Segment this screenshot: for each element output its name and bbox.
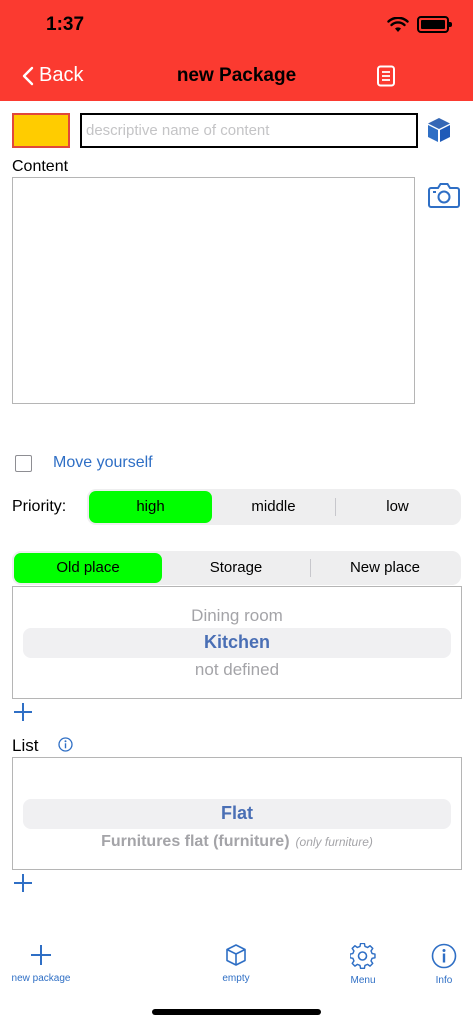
gear-icon [350, 943, 376, 969]
tab-label: empty [222, 973, 250, 984]
place-segmented-control: Old place Storage New place [12, 551, 461, 585]
new-place-segment[interactable]: New place [311, 553, 459, 583]
add-list-plus-icon[interactable] [14, 874, 32, 892]
color-picker-swatch[interactable] [12, 113, 70, 148]
package-name-input[interactable]: descriptive name of content [80, 113, 418, 148]
status-time: 1:37 [46, 14, 85, 35]
room-picker[interactable]: Dining room Kitchen not defined [12, 586, 462, 699]
page-title: new Package [176, 65, 297, 86]
info-icon[interactable] [58, 737, 73, 752]
camera-icon[interactable] [428, 181, 460, 209]
content-text-area[interactable] [12, 177, 415, 404]
content-label: Content [12, 158, 69, 175]
tab-label: new package [11, 973, 71, 984]
picker-option-label: Furnitures flat (furniture) [101, 833, 290, 850]
picker-option[interactable]: Dining room [13, 606, 461, 626]
tab-label: Info [435, 975, 453, 986]
storage-segment[interactable]: Storage [162, 553, 310, 583]
list-label: List [12, 736, 39, 755]
priority-middle-segment[interactable]: middle [212, 491, 335, 523]
home-indicator [152, 1009, 321, 1015]
tab-new-package[interactable]: new package [10, 943, 72, 984]
tab-info[interactable]: Info [425, 943, 463, 986]
picker-selected-option[interactable]: Kitchen [13, 632, 461, 653]
document-icon[interactable] [375, 65, 397, 87]
picker-selected-option[interactable]: Flat [13, 803, 461, 824]
priority-label: Priority: [12, 498, 67, 515]
tab-label: Menu [350, 975, 376, 986]
status-icons [387, 16, 452, 33]
picker-option[interactable]: not defined [13, 660, 461, 680]
tab-menu[interactable]: Menu [341, 943, 385, 986]
picker-option-note: (only furniture) [295, 835, 373, 849]
list-picker[interactable]: Flat Furnitures flat (furniture) (only fu… [12, 757, 462, 870]
plus-icon [31, 945, 51, 965]
battery-icon [417, 16, 452, 33]
priority-segmented-control: high middle low [87, 489, 461, 525]
info-icon [431, 943, 457, 969]
move-yourself-label[interactable]: Move yourself [53, 454, 153, 472]
priority-low-segment[interactable]: low [336, 491, 459, 523]
priority-high-segment[interactable]: high [89, 491, 212, 523]
cube-icon[interactable] [427, 117, 451, 143]
move-yourself-checkbox[interactable] [15, 455, 32, 472]
cube-outline-icon [226, 944, 246, 966]
picker-option[interactable]: Furnitures flat (furniture) (only furnitu… [13, 831, 461, 851]
old-place-segment[interactable]: Old place [14, 553, 162, 583]
add-room-plus-icon[interactable] [14, 703, 32, 721]
wifi-icon [387, 16, 409, 32]
tab-empty[interactable]: empty [211, 943, 261, 984]
